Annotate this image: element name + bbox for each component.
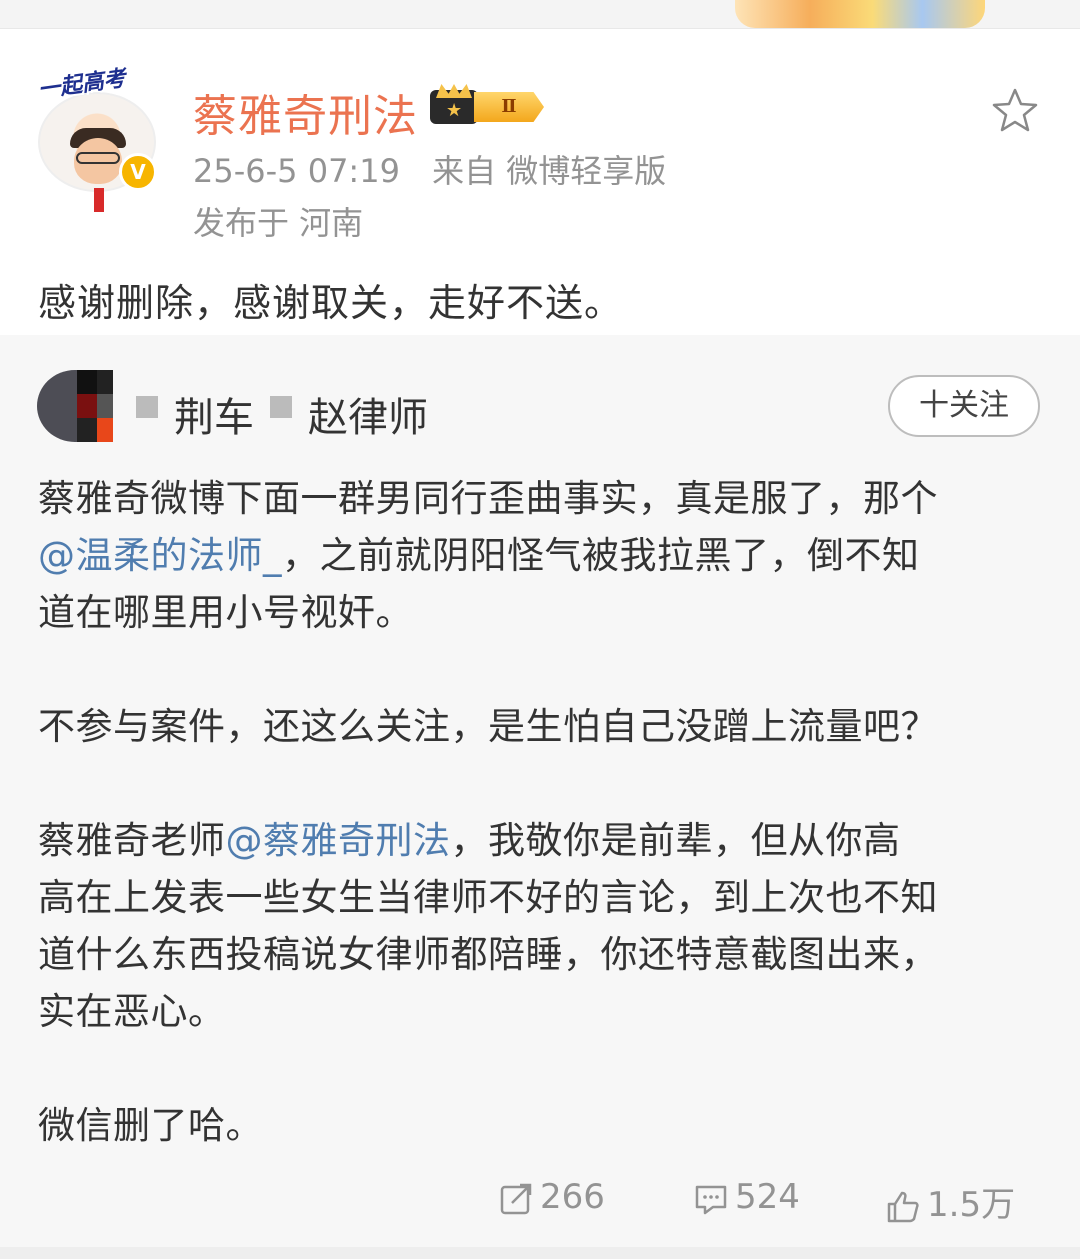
repost-text-line: 蔡雅奇微博下面一群男同行歪曲事实，真是服了，那个	[38, 477, 938, 520]
star-outline-icon[interactable]	[990, 86, 1040, 136]
banner-decoration	[735, 0, 985, 28]
comment-count: 524	[735, 1177, 800, 1217]
repost-text: 蔡雅奇老师	[38, 819, 226, 862]
author-name[interactable]: 蔡雅奇刑法	[193, 80, 418, 144]
follow-button[interactable]: 十关注	[888, 375, 1040, 437]
member-level: Ⅱ	[474, 92, 544, 122]
repost-text-line: 实在恶心。	[38, 990, 226, 1033]
like-button[interactable]: 1.5万	[885, 1177, 1015, 1226]
repost-text-line: @温柔的法师_，之前就阴阳怪气被我拉黑了，倒不知	[38, 527, 1048, 584]
post-source[interactable]: 来自 微博轻享版	[432, 152, 666, 190]
repost-author-avatar[interactable]	[37, 370, 113, 442]
repost-text-line: 微信删了哈。	[38, 1104, 263, 1147]
mention-link[interactable]: @蔡雅奇刑法	[226, 819, 451, 862]
member-crown-icon[interactable]: ★ Ⅱ	[430, 86, 545, 124]
repost-author-name-suffix[interactable]: 赵律师	[308, 385, 428, 443]
post-text: 感谢删除，感谢取关，走好不送。	[38, 281, 624, 325]
mosaic-block	[136, 396, 158, 418]
avatar-badge-text: 一起高考	[36, 66, 128, 104]
like-count: 1.5万	[927, 1185, 1016, 1225]
repost-text: ，之前就阴阳怪气被我拉黑了，倒不知	[282, 534, 920, 577]
repost-button[interactable]: 266	[498, 1177, 605, 1217]
repost-text-line: 道在哪里用小号视奸。	[38, 591, 413, 634]
thumb-up-icon	[887, 1191, 919, 1222]
repost-text-line: 蔡雅奇老师@蔡雅奇刑法，我敬你是前辈，但从你高	[38, 812, 1048, 869]
repost-text-line: 道什么东西投稿说女律师都陪睡，你还特意截图出来，	[38, 933, 938, 976]
bottom-divider	[0, 1247, 1080, 1259]
avatar-tie	[94, 188, 104, 212]
verified-badge-icon: V	[119, 153, 157, 191]
repost-author-name[interactable]: 荆车	[174, 385, 254, 443]
repost-text-line: 不参与案件，还这么关注，是生怕自己没蹭上流量吧？	[38, 705, 938, 748]
mosaic-block	[270, 396, 292, 418]
comment-icon	[695, 1185, 727, 1214]
comment-button[interactable]: 524	[693, 1177, 800, 1217]
avatar-glasses	[76, 152, 120, 164]
share-icon	[500, 1183, 532, 1214]
mention-link[interactable]: @温柔的法师_	[38, 534, 282, 577]
post-location: 发布于 河南	[193, 204, 364, 242]
post-meta: 25-6-5 07:19 来自 微博轻享版	[193, 146, 666, 192]
repost-text-line: 高在上发表一些女生当律师不好的言论，到上次也不知	[38, 876, 938, 919]
repost-count: 266	[540, 1177, 605, 1217]
repost-text: ，我敬你是前辈，但从你高	[450, 819, 901, 862]
post-time: 25-6-5 07:19	[193, 152, 400, 190]
